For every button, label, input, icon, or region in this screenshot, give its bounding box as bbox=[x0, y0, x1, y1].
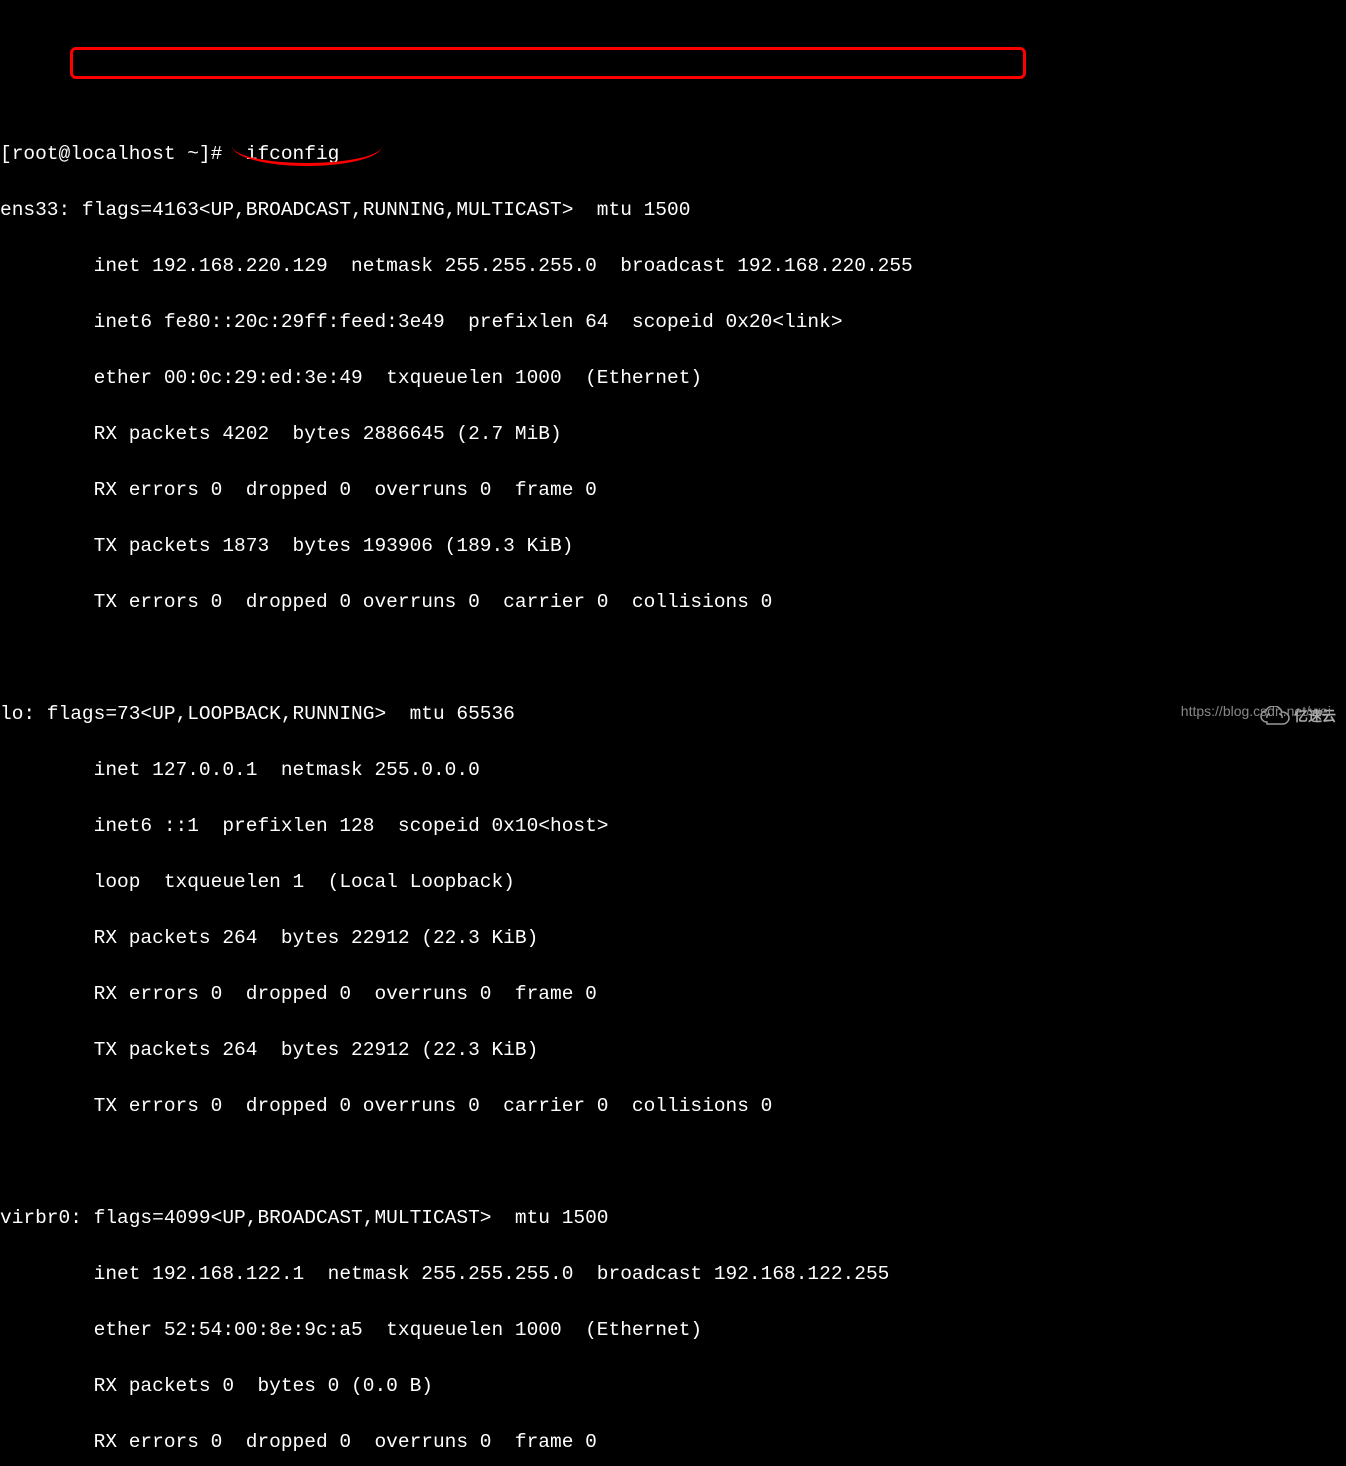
ens33-rxpackets: RX packets 4202 bytes 2886645 (2.7 MiB) bbox=[0, 420, 1346, 448]
lo-txerrors: TX errors 0 dropped 0 overruns 0 carrier… bbox=[0, 1092, 1346, 1120]
ens33-txerrors: TX errors 0 dropped 0 overruns 0 carrier… bbox=[0, 588, 1346, 616]
lo-txpackets: TX packets 264 bytes 22912 (22.3 KiB) bbox=[0, 1036, 1346, 1064]
ens33-txpackets: TX packets 1873 bytes 193906 (189.3 KiB) bbox=[0, 532, 1346, 560]
virbr0-inet: inet 192.168.122.1 netmask 255.255.255.0… bbox=[0, 1260, 1346, 1288]
lo-loop: loop txqueuelen 1 (Local Loopback) bbox=[0, 868, 1346, 896]
prompt-line: [root@localhost ~]# ifconfig bbox=[0, 140, 1346, 168]
logo-text: 亿速云 bbox=[1294, 702, 1336, 730]
ens33-rxerrors: RX errors 0 dropped 0 overruns 0 frame 0 bbox=[0, 476, 1346, 504]
blank-line-2 bbox=[0, 1148, 1346, 1176]
virbr0-header: virbr0: flags=4099<UP,BROADCAST,MULTICAS… bbox=[0, 1204, 1346, 1232]
ens33-inet6: inet6 fe80::20c:29ff:feed:3e49 prefixlen… bbox=[0, 308, 1346, 336]
virbr0-rxpackets: RX packets 0 bytes 0 (0.0 B) bbox=[0, 1372, 1346, 1400]
lo-inet6: inet6 ::1 prefixlen 128 scopeid 0x10<hos… bbox=[0, 812, 1346, 840]
ens33-ether: ether 00:0c:29:ed:3e:49 txqueuelen 1000 … bbox=[0, 364, 1346, 392]
lo-inet: inet 127.0.0.1 netmask 255.0.0.0 bbox=[0, 756, 1346, 784]
virbr0-ether: ether 52:54:00:8e:9c:a5 txqueuelen 1000 … bbox=[0, 1316, 1346, 1344]
lo-header: lo: flags=73<UP,LOOPBACK,RUNNING> mtu 65… bbox=[0, 700, 1346, 728]
ens33-inet: inet 192.168.220.129 netmask 255.255.255… bbox=[0, 252, 1346, 280]
virbr0-rxerrors: RX errors 0 dropped 0 overruns 0 frame 0 bbox=[0, 1428, 1346, 1456]
lo-rxpackets: RX packets 264 bytes 22912 (22.3 KiB) bbox=[0, 924, 1346, 952]
blank-line-1 bbox=[0, 644, 1346, 672]
shell-prompt: [root@localhost ~]# bbox=[0, 143, 234, 165]
logo-container: 亿速云 bbox=[1259, 702, 1336, 730]
lo-rxerrors: RX errors 0 dropped 0 overruns 0 frame 0 bbox=[0, 980, 1346, 1008]
cloud-icon bbox=[1259, 706, 1291, 726]
inet-highlight-box bbox=[70, 47, 1026, 79]
terminal-output[interactable]: [root@localhost ~]# ifconfig ens33: flag… bbox=[0, 112, 1346, 1466]
command-text: ifconfig bbox=[246, 143, 340, 165]
ens33-header: ens33: flags=4163<UP,BROADCAST,RUNNING,M… bbox=[0, 196, 1346, 224]
